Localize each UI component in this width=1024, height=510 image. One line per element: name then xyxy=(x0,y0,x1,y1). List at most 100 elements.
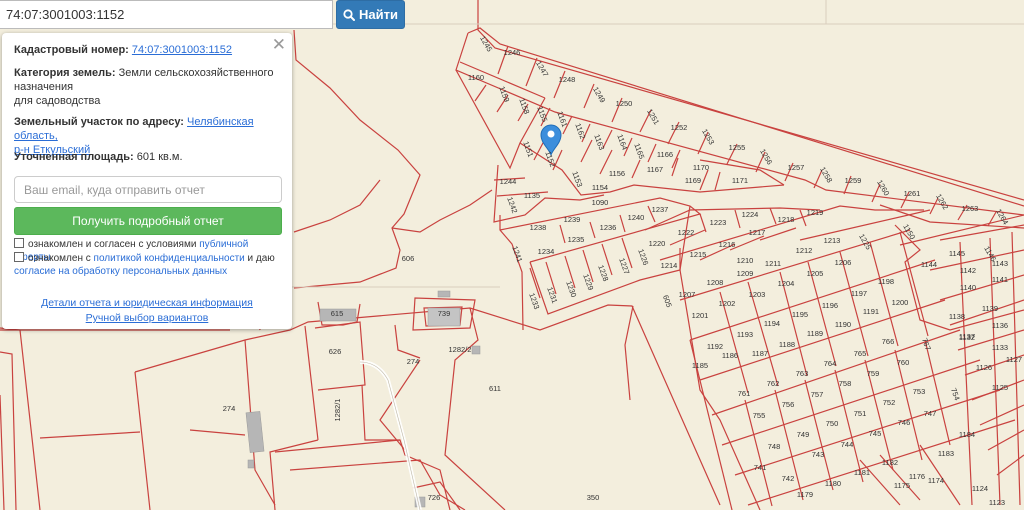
parcel-number-label: 1200 xyxy=(892,298,909,307)
parcel-number-label: 1176 xyxy=(909,472,925,481)
parcel-number-label: 1154 xyxy=(592,183,608,192)
parcel-number-label: 1246 xyxy=(504,48,521,57)
parcel-number-label: 1181 xyxy=(854,468,870,477)
parcel-number-label: 763 xyxy=(796,369,809,378)
search-button-label: Найти xyxy=(359,7,398,22)
parcel-number-label: 1255 xyxy=(729,143,746,152)
parcel-number-label: 1158 xyxy=(517,97,531,115)
parcel-number-label: 1241 xyxy=(510,245,524,264)
parcel-number-label: 1124 xyxy=(972,484,988,493)
parcel-number-label: 1224 xyxy=(742,210,759,219)
parcel-number-label: 750 xyxy=(826,419,839,428)
parcel-number-label: 1259 xyxy=(845,176,862,185)
parcel-number-label: 1249 xyxy=(591,85,607,104)
parcel-number-label: 1151 xyxy=(521,140,535,158)
parcel-number-label: 743 xyxy=(812,450,825,459)
parcel-number-label: 1195 xyxy=(792,310,808,319)
parcel-number-label: 1144 xyxy=(921,260,937,269)
parcel-number-label: 1239 xyxy=(564,215,581,224)
parcel-number-label: 1126 xyxy=(976,363,992,372)
parcel-number-label: 753 xyxy=(913,387,926,396)
parcel-number-label: 765 xyxy=(854,349,867,358)
parcel-number-label: 1212 xyxy=(796,246,813,255)
area-row: Уточненная площадь: 601 кв.м. xyxy=(14,150,282,164)
parcel-number-label: 1190 xyxy=(835,320,851,329)
parcel-number-label: 1240 xyxy=(628,213,645,222)
parcel-number-label: 1216 xyxy=(719,240,736,249)
parcel-number-label: 615 xyxy=(331,309,344,318)
parcel-number-label: 1211 xyxy=(765,259,781,268)
parcel-number-label: 1244 xyxy=(500,177,517,186)
parcel-number-label: 1282/2 xyxy=(449,345,472,354)
parcel-number-label: 1186 xyxy=(722,351,738,360)
parcel-number-label: 1201 xyxy=(692,311,709,320)
data-processing-consent-link[interactable]: согласие на обработку персональных данны… xyxy=(14,266,227,277)
parcel-number-label: 605 xyxy=(661,294,674,309)
parcel-number-label: 1250 xyxy=(616,99,633,108)
parcel-number-label: 1248 xyxy=(559,75,576,84)
land-category-value-3: для садоводства xyxy=(14,95,101,107)
parcel-number-label: 606 xyxy=(402,254,415,263)
parcel-number-label: 741 xyxy=(754,463,767,472)
cadastral-search-input[interactable] xyxy=(4,4,328,25)
parcel-number-label: 1136 xyxy=(992,321,1008,330)
parcel-number-label: 1229 xyxy=(581,273,595,292)
parcel-number-label: 1123 xyxy=(989,498,1005,507)
search-box xyxy=(0,0,333,29)
parcel-number-label: 274 xyxy=(407,357,420,366)
parcel-number-label: 1202 xyxy=(719,299,736,308)
parcel-number-label: 1257 xyxy=(788,163,805,172)
get-report-button[interactable]: Получить подробный отчет xyxy=(14,207,282,235)
parcel-number-label: 1127 xyxy=(1006,355,1022,364)
parcel-number-label: 1231 xyxy=(545,286,559,305)
parcel-number-label: 1213 xyxy=(824,236,841,245)
parcel-number-label: 1156 xyxy=(609,169,625,178)
parcel-number-label: 745 xyxy=(869,429,882,438)
parcel-number-label: 1194 xyxy=(764,319,780,328)
privacy-agreement-checkbox[interactable] xyxy=(14,252,24,262)
parcel-number-label: 1183 xyxy=(938,449,954,458)
land-category-value-1: Земли сельскохозяйственного xyxy=(118,67,274,79)
offer-agreement-checkbox[interactable] xyxy=(14,238,24,248)
parcel-number-label: 1217 xyxy=(749,228,766,237)
parcel-number-label: 767 xyxy=(920,337,933,352)
get-report-button-label: Получить подробный отчет xyxy=(72,214,224,228)
parcel-number-label: 1225 xyxy=(857,232,873,251)
parcel-number-label: 1143 xyxy=(992,259,1008,268)
parcel-number-label: 274 xyxy=(223,404,236,413)
parcel-number-label: 1159 xyxy=(497,85,511,103)
parcel-number-label: 1230 xyxy=(564,280,578,299)
parcel-number-label: 739 xyxy=(438,309,451,318)
parcel-number-label: 758 xyxy=(839,379,852,388)
report-details-link[interactable]: Детали отчета и юридическая информация xyxy=(41,297,253,309)
parcel-number-label: 1140 xyxy=(960,283,976,292)
parcel-number-label: 1184 xyxy=(959,430,975,439)
parcel-number-label: 1264 xyxy=(994,207,1010,226)
parcel-number-label: 1169 xyxy=(685,176,701,185)
manual-selection-link[interactable]: Ручной выбор вариантов xyxy=(86,312,209,324)
parcel-number-label: 1166 xyxy=(657,150,673,159)
parcel-number-label: 1174 xyxy=(928,476,944,485)
parcel-number-label: 1238 xyxy=(530,223,547,232)
parcel-number-label: 749 xyxy=(797,430,810,439)
parcel-number-label: 1185 xyxy=(692,361,708,370)
parcel-number-label: 1204 xyxy=(778,279,795,288)
parcel-number-label: 756 xyxy=(782,400,795,409)
parcel-number-label: 1133 xyxy=(992,343,1008,352)
parcel-number-label: 1180 xyxy=(825,479,841,488)
parcel-number-label: 742 xyxy=(782,474,795,483)
parcel-number-label: 1187 xyxy=(752,349,768,358)
search-button[interactable]: Найти xyxy=(336,0,405,29)
parcel-number-label: 1263 xyxy=(962,204,979,213)
parcel-number-label: 1207 xyxy=(679,290,696,299)
cadastral-number-link[interactable]: 74:07:3001003:1152 xyxy=(132,44,232,56)
parcel-number-label: 1209 xyxy=(737,269,754,278)
parcel-number-label: 1208 xyxy=(707,278,724,287)
privacy-policy-link[interactable]: политикой конфиденциальности xyxy=(94,253,245,264)
parcel-number-label: 1226 xyxy=(636,248,650,267)
area-value: 601 кв.м. xyxy=(136,151,183,163)
parcel-number-label: 1179 xyxy=(797,490,813,499)
email-field[interactable] xyxy=(14,176,282,203)
parcel-number-label: 1145 xyxy=(949,249,965,258)
parcel-number-label: 1282/1 xyxy=(333,399,342,422)
